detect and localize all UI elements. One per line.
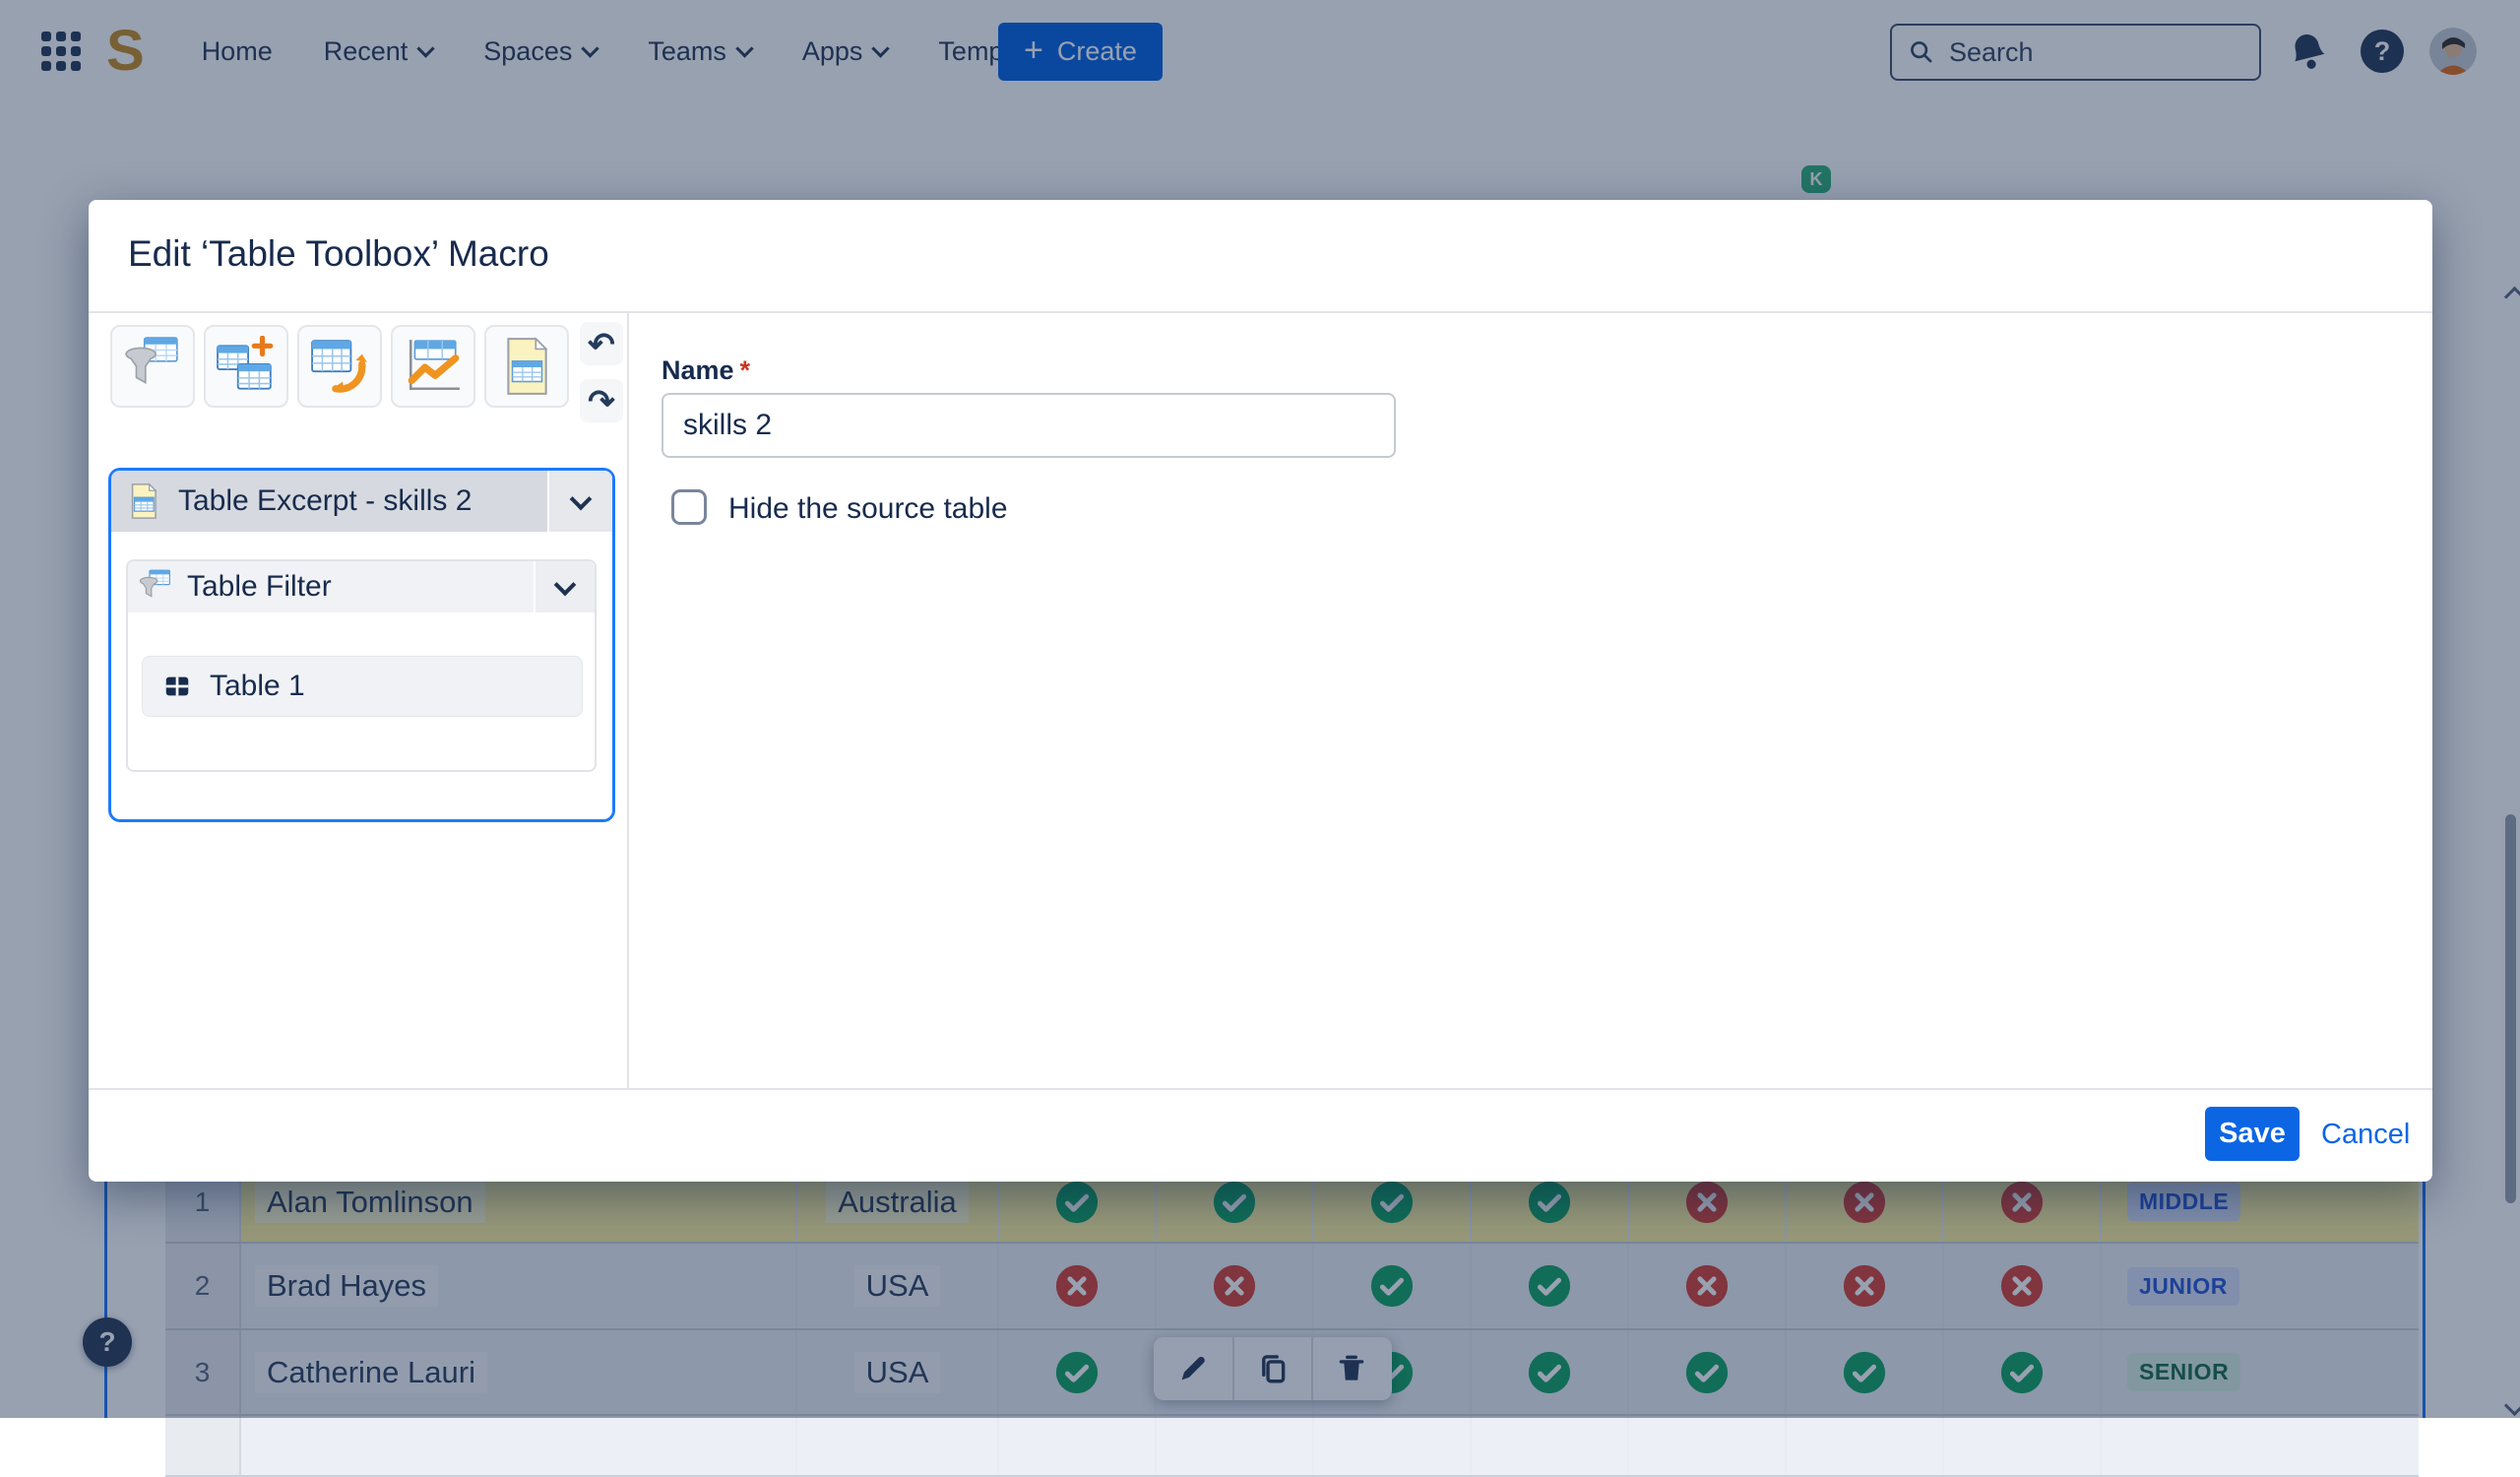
skill-cell[interactable]: [999, 1416, 1157, 1475]
modal-footer-divider: [89, 1088, 2432, 1090]
macro-tree: Table Excerpt - skills 2 Table Filter Ta…: [108, 468, 615, 822]
tree-child-table-filter: Table Filter Table 1: [126, 559, 597, 772]
required-asterisk: *: [740, 355, 751, 385]
edit-macro-modal: Edit ‘Table Toolbox’ Macro: [89, 200, 2432, 1182]
hide-source-table-label: Hide the source table: [728, 492, 1008, 526]
undo-icon: ↶: [588, 328, 615, 360]
chart-from-table-macro-button[interactable]: [391, 325, 475, 408]
skill-cell[interactable]: [1157, 1416, 1314, 1475]
table-1-node[interactable]: Table 1: [142, 656, 583, 717]
table-excerpt-macro-button[interactable]: [484, 325, 569, 408]
tree-root-label: Table Excerpt - skills 2: [178, 484, 472, 518]
cancel-button[interactable]: Cancel: [2321, 1119, 2410, 1151]
modal-header-divider: [89, 311, 2432, 313]
chevron-down-icon: [570, 487, 593, 510]
skill-cell[interactable]: [1472, 1416, 1629, 1475]
chart-from-table-icon: [403, 336, 464, 397]
country-cell[interactable]: [797, 1416, 999, 1475]
skill-cell[interactable]: [1944, 1416, 2102, 1475]
table-excerpt-icon: [496, 336, 557, 397]
level-cell[interactable]: [2102, 1416, 2419, 1475]
skill-cell[interactable]: [1787, 1416, 1944, 1475]
redo-button[interactable]: ↷: [580, 379, 623, 422]
table-excerpt-icon: [125, 482, 162, 520]
tables-merge-icon: [216, 336, 277, 397]
name-input[interactable]: [662, 393, 1396, 458]
skill-cell[interactable]: [1314, 1416, 1472, 1475]
table-filter-icon: [138, 569, 173, 605]
redo-icon: ↷: [588, 385, 615, 417]
table-grid-icon: [162, 672, 192, 701]
tables-merge-macro-button[interactable]: [204, 325, 288, 408]
save-button[interactable]: Save: [2205, 1107, 2300, 1161]
row-number: [165, 1416, 241, 1475]
tree-root-table-excerpt[interactable]: Table Excerpt - skills 2: [111, 471, 612, 532]
table-filter-node[interactable]: Table Filter: [128, 561, 595, 612]
skill-cell[interactable]: [1629, 1416, 1787, 1475]
chevron-down-icon: [554, 573, 577, 596]
table-filter-label: Table Filter: [187, 570, 332, 604]
modal-panel-divider: [627, 313, 629, 1088]
modal-title: Edit ‘Table Toolbox’ Macro: [128, 233, 549, 275]
table-transpose-macro-button[interactable]: [297, 325, 382, 408]
name-field-label: Name*: [662, 355, 750, 386]
undo-button[interactable]: ↶: [580, 322, 623, 365]
table-filter-icon: [122, 336, 183, 397]
employee-name-cell[interactable]: [241, 1416, 797, 1475]
hide-source-table-checkbox[interactable]: [671, 489, 707, 525]
table-1-label: Table 1: [210, 670, 305, 703]
table-transpose-icon: [309, 336, 370, 397]
table-filter-dropdown-button[interactable]: [534, 561, 595, 612]
table-row: [165, 1416, 2419, 1477]
table-filter-macro-button[interactable]: [110, 325, 195, 408]
tree-root-dropdown-button[interactable]: [547, 471, 612, 532]
